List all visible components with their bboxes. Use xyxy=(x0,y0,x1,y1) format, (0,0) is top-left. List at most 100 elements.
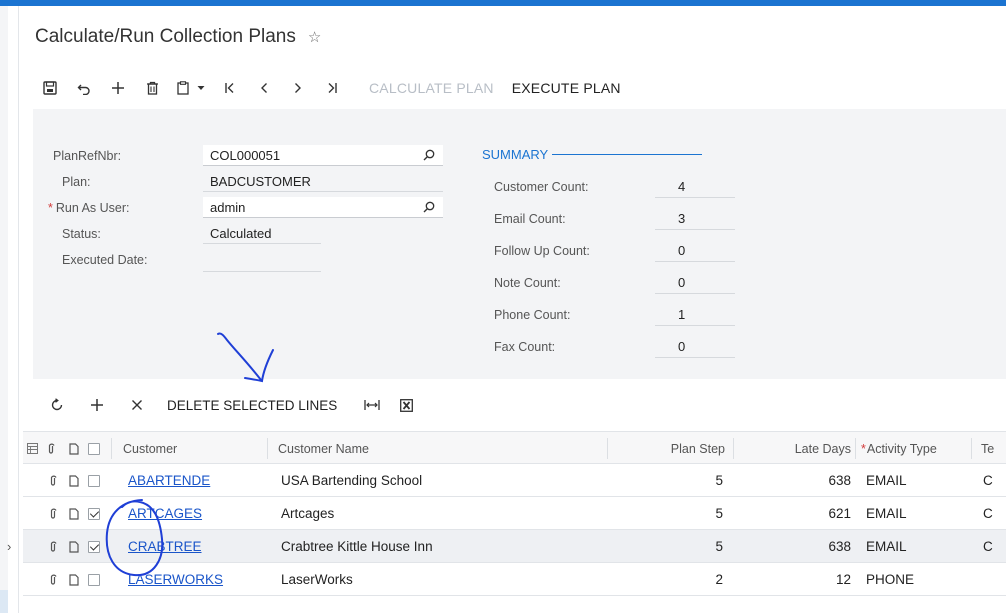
note-count-value: 0 xyxy=(678,275,686,290)
customer-name-cell: Crabtree Kittle House Inn xyxy=(281,539,433,554)
execute-plan-button[interactable]: EXECUTE PLAN xyxy=(504,80,629,96)
delete-selected-lines-button[interactable]: DELETE SELECTED LINES xyxy=(167,398,355,413)
save-button[interactable] xyxy=(33,75,67,101)
column-header-activity-type[interactable]: * Activity Type xyxy=(861,432,937,465)
add-row-button[interactable] xyxy=(77,392,117,418)
add-button[interactable] xyxy=(101,75,135,101)
table-row[interactable]: ABARTENDE USA Bartending School 5 638 EMAIL C xyxy=(23,464,1006,497)
title-row: Calculate/Run Collection Plans ☆ xyxy=(35,26,321,48)
customer-cell[interactable]: ABARTENDE xyxy=(128,464,210,497)
annotation-circle xyxy=(105,499,164,577)
row-note-button[interactable] xyxy=(69,530,79,563)
select-all-checkbox[interactable] xyxy=(88,432,100,465)
email-count-field: 3 xyxy=(655,208,735,230)
fax-count-value: 0 xyxy=(678,339,686,354)
copy-paste-button[interactable] xyxy=(169,75,213,101)
plan-value: BADCUSTOMER xyxy=(210,173,311,189)
chevron-right-icon xyxy=(295,83,301,93)
follow-up-count-value: 0 xyxy=(678,243,686,258)
previous-record-button[interactable] xyxy=(247,75,281,101)
column-header-plan-step[interactable]: Plan Step xyxy=(613,432,725,465)
star-favorite-icon[interactable]: ☆ xyxy=(308,28,321,46)
document-icon xyxy=(69,507,79,520)
activity-type-cell: EMAIL xyxy=(866,539,907,554)
undo-button[interactable] xyxy=(67,75,101,101)
note-count-label: Note Count: xyxy=(494,275,561,290)
follow-up-count-row: Follow Up Count: xyxy=(494,238,590,263)
delete-button[interactable] xyxy=(135,75,169,101)
column-header-late-days[interactable]: Late Days xyxy=(739,432,851,465)
search-icon[interactable] xyxy=(423,201,435,213)
row-select-checkbox[interactable] xyxy=(88,530,100,563)
export-excel-button[interactable] xyxy=(389,392,423,418)
row-attachment-button[interactable] xyxy=(49,464,57,497)
required-marker: * xyxy=(48,200,53,215)
plan-label: Plan: xyxy=(62,174,91,189)
activity-type-cell: EMAIL xyxy=(866,506,907,521)
row-attachment-button[interactable] xyxy=(49,563,57,596)
plan-step-cell: 5 xyxy=(715,506,723,521)
clipboard-icon xyxy=(177,81,189,95)
left-rail-indicator xyxy=(0,590,8,613)
run-as-user-input[interactable]: admin xyxy=(203,197,443,218)
column-header-customer-name[interactable]: Customer Name xyxy=(278,432,369,465)
te-cell: C xyxy=(983,506,993,521)
document-icon xyxy=(69,540,79,553)
te-cell: C xyxy=(983,539,993,554)
next-record-button[interactable] xyxy=(281,75,315,101)
first-icon xyxy=(225,83,234,93)
customer-count-label: Customer Count: xyxy=(494,179,589,194)
executed-date-row: Executed Date: xyxy=(62,247,147,272)
fit-to-screen-button[interactable] xyxy=(355,392,389,418)
customer-count-field: 4 xyxy=(655,176,735,198)
plan-ref-nbr-value: COL000051 xyxy=(210,147,281,163)
undo-icon xyxy=(77,84,90,95)
refresh-button[interactable] xyxy=(37,392,77,418)
run-as-user-row: * Run As User: xyxy=(48,195,130,220)
excel-icon xyxy=(399,398,413,412)
plan-field[interactable]: BADCUSTOMER xyxy=(203,171,443,192)
plan-ref-nbr-input[interactable]: COL000051 xyxy=(203,145,443,166)
checkbox-box xyxy=(88,474,100,487)
row-select-checkbox[interactable] xyxy=(88,497,100,530)
status-label: Status: xyxy=(62,226,101,241)
row-note-button[interactable] xyxy=(69,497,79,530)
row-attachment-button[interactable] xyxy=(49,530,57,563)
last-record-button[interactable] xyxy=(315,75,349,101)
checkbox-box xyxy=(88,507,100,520)
header-attachment-icon xyxy=(47,432,55,465)
column-separator xyxy=(855,438,856,459)
first-record-button[interactable] xyxy=(213,75,247,101)
column-settings-button[interactable] xyxy=(27,432,38,465)
save-icon xyxy=(43,81,57,95)
row-select-checkbox[interactable] xyxy=(88,563,100,596)
fax-count-row: Fax Count: xyxy=(494,334,555,359)
row-note-button[interactable] xyxy=(69,563,79,596)
email-count-label: Email Count: xyxy=(494,211,566,226)
checkbox-box xyxy=(88,540,100,553)
trash-icon xyxy=(146,81,158,95)
column-separator xyxy=(111,438,112,459)
delete-row-button[interactable] xyxy=(117,392,157,418)
row-attachment-button[interactable] xyxy=(49,497,57,530)
customer-link[interactable]: ABARTENDE xyxy=(128,473,210,488)
fax-count-label: Fax Count: xyxy=(494,339,556,354)
document-icon xyxy=(69,442,79,455)
row-select-checkbox[interactable] xyxy=(88,464,100,497)
follow-up-count-field: 0 xyxy=(655,240,735,262)
checkbox-box xyxy=(88,573,100,586)
email-count-row: Email Count: xyxy=(494,206,566,231)
summary-heading: SUMMARY xyxy=(482,147,549,162)
plan-step-cell: 2 xyxy=(715,572,723,587)
phone-count-row: Phone Count: xyxy=(494,302,570,327)
row-note-button[interactable] xyxy=(69,464,79,497)
paperclip-icon xyxy=(50,574,57,585)
document-icon xyxy=(69,573,79,586)
late-days-cell: 638 xyxy=(828,473,851,488)
current-row-indicator-icon: › xyxy=(7,538,12,554)
column-header-customer[interactable]: Customer xyxy=(123,432,177,465)
calculate-plan-button[interactable]: CALCULATE PLAN xyxy=(361,80,502,96)
status-value: Calculated xyxy=(210,225,272,241)
column-header-te[interactable]: Te xyxy=(981,432,994,465)
search-icon[interactable] xyxy=(423,149,435,161)
